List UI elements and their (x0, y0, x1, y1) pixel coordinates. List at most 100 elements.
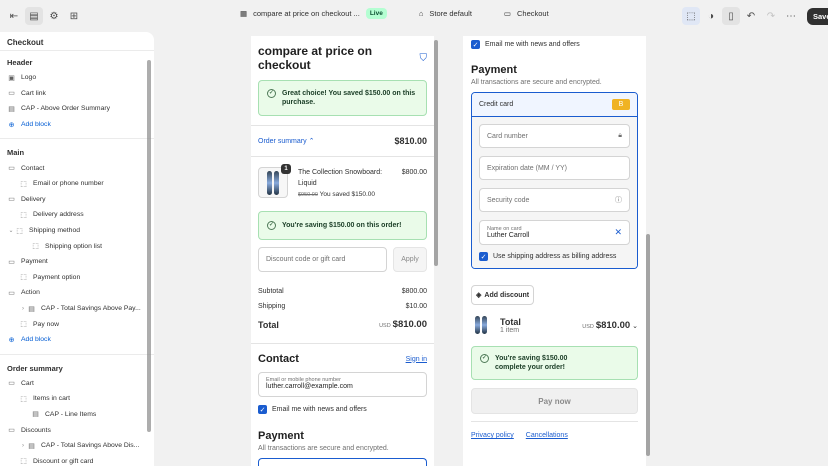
total-value: $810.00 (392, 319, 427, 330)
sidebar-item-delivery-address[interactable]: ⬚ Delivery address (0, 207, 154, 223)
shipping-label: Shipping (258, 303, 286, 310)
help-circle-icon[interactable]: ⓘ (615, 195, 622, 205)
email-field[interactable]: Email or mobile phone number luther.carr… (258, 372, 427, 397)
sidebar-item-cap-line-items[interactable]: ▤ CAP - Line Items (0, 407, 154, 423)
preview-a-scrollbar[interactable] (434, 40, 438, 266)
order-total-row[interactable]: Total 1 item USD $810.00 ⌄ (471, 314, 638, 336)
store-selector[interactable]: Store default (429, 9, 472, 18)
payment-icon: ▭ (8, 258, 15, 266)
action-icon: ▭ (8, 289, 15, 297)
subtotal-value: $800.00 (401, 288, 427, 295)
pay-now-button[interactable]: Pay now (471, 388, 638, 414)
payment-heading-b: Payment (471, 64, 517, 76)
security-code-field[interactable]: Security code ⓘ (479, 188, 630, 212)
cart-icon: ▭ (8, 380, 15, 388)
add-block-button[interactable]: ⊕ Add block (0, 117, 154, 133)
sections-icon[interactable]: ▤ (25, 7, 43, 25)
theme-icon: ▦ (240, 9, 248, 18)
sidebar-item-pay-now[interactable]: ⬚ Pay now (0, 316, 154, 332)
save-button[interactable]: Save (807, 7, 828, 25)
credit-card-panel: Credit card B Card number 🔒︎ Expiration d… (471, 92, 638, 269)
order-summary-total: $810.00 (394, 136, 427, 146)
more-icon[interactable]: ⋯ (782, 7, 800, 25)
sidebar: Checkout Header ▣ Logo ▭ Cart link ▤ CAP - … (0, 32, 154, 466)
card-brand-icon: B (612, 99, 630, 110)
undo-icon[interactable]: ↶ (742, 7, 760, 25)
apply-button[interactable]: Apply (393, 247, 427, 272)
contact-heading: Contact (258, 353, 299, 365)
preview-b-scrollbar[interactable] (646, 234, 650, 456)
chevron-down-icon[interactable]: ⌄ (7, 227, 15, 234)
truck-icon: ▭ (8, 196, 15, 204)
great-choice-banner: ✓ Great choice! You saved $150.00 on thi… (258, 80, 427, 116)
clear-icon[interactable]: ✕ (614, 227, 622, 238)
sign-in-link[interactable]: Sign in (406, 356, 427, 363)
lock-icon: 🔒︎ (618, 132, 622, 139)
sidebar-item-cap-above-dis[interactable]: › ▤ CAP - Total Savings Above Dis... (0, 438, 154, 454)
payment-method-box[interactable] (258, 458, 427, 466)
chevron-right-icon[interactable]: › (19, 443, 27, 449)
payment-heading: Payment (258, 430, 304, 442)
email-offers-checkbox-b[interactable]: ✓ Email me with news and offers (471, 40, 638, 49)
contact-icon: ▭ (8, 165, 15, 173)
block-icon: ⬚ (20, 395, 27, 403)
sidebar-item-cart-link[interactable]: ▭ Cart link (0, 86, 154, 102)
page-selector[interactable]: Checkout (517, 9, 549, 18)
redo-icon[interactable]: ↷ (762, 7, 780, 25)
billing-same-checkbox[interactable]: ✓ Use shipping address as billing addres… (479, 252, 630, 261)
sidebar-title: Checkout (0, 32, 154, 51)
items-count: 1 item (500, 326, 520, 334)
add-discount-button[interactable]: ◈ Add discount (471, 285, 535, 305)
order-summary-toggle[interactable]: Order summary ⌃ (258, 137, 314, 145)
product-price: $800.00 (401, 169, 427, 176)
card-number-field[interactable]: Card number 🔒︎ (479, 124, 630, 148)
total-label: Total (258, 320, 279, 330)
block-icon: ⬚ (20, 321, 27, 329)
exit-icon[interactable]: ⇤ (5, 7, 23, 25)
sidebar-item-payment[interactable]: ▭ Payment (0, 254, 154, 270)
credit-card-option[interactable]: Credit card B (472, 93, 637, 117)
sidebar-item-logo[interactable]: ▣ Logo (0, 70, 154, 86)
sidebar-item-discounts[interactable]: ▭ Discounts (0, 422, 154, 438)
chevron-right-icon[interactable]: › (19, 306, 27, 312)
privacy-policy-link[interactable]: Privacy policy (471, 432, 514, 439)
checkmark-icon: ✓ (479, 252, 488, 261)
settings-icon[interactable]: ⚙ (45, 7, 63, 25)
sidebar-item-contact[interactable]: ▭ Contact (0, 160, 154, 176)
shopping-bag-icon[interactable]: ⛉ (420, 53, 428, 64)
sidebar-item-email-phone[interactable]: ⬚ Email or phone number (0, 176, 154, 192)
name-on-card-field[interactable]: Name on card Luther Carroll ✕ (479, 220, 630, 245)
product-thumbnail: 1 (258, 164, 291, 198)
sidebar-item-cap-above-summary[interactable]: ▤ CAP - Above Order Summary (0, 101, 154, 117)
theme-title[interactable]: compare at price on checkout ... (253, 9, 360, 18)
add-block-button-main[interactable]: ⊕ Add block (0, 332, 154, 348)
sidebar-item-payment-option[interactable]: ⬚ Payment option (0, 270, 154, 286)
cancellations-link[interactable]: Cancellations (526, 432, 568, 439)
chevron-up-icon: ⌃ (308, 138, 315, 145)
sidebar-item-shipping-method[interactable]: ⌄ ⬚ Shipping method (0, 223, 154, 239)
currency-code-b: USD (582, 323, 594, 330)
email-offers-checkbox[interactable]: ✓ Email me with news and offers (258, 405, 427, 414)
total-value-b: $810.00 (595, 319, 631, 331)
sidebar-item-action[interactable]: ▭ Action (0, 285, 154, 301)
check-circle-icon: ✓ (480, 354, 489, 363)
sidebar-item-shipping-option-list[interactable]: ⬚ Shipping option list (0, 238, 154, 254)
expiration-field[interactable]: Expiration date (MM / YY) (479, 156, 630, 180)
total-label-b: Total (500, 316, 521, 327)
sidebar-scrollbar[interactable] (147, 60, 151, 432)
sidebar-item-delivery[interactable]: ▭ Delivery (0, 192, 154, 208)
sidebar-item-items-in-cart[interactable]: ⬚ Items in cart (0, 391, 154, 407)
live-badge: Live (365, 8, 387, 19)
sidebar-item-cap-above-pay[interactable]: › ▤ CAP - Total Savings Above Pay... (0, 301, 154, 317)
mobile-view-icon[interactable]: ▯ (722, 7, 740, 25)
checkmark-icon: ✓ (258, 405, 267, 414)
block-icon: ⬚ (20, 458, 27, 466)
preview-settings-icon[interactable]: ◑ (702, 7, 720, 25)
sidebar-item-discount-gift[interactable]: ⬚ Discount or gift card (0, 453, 154, 466)
top-bar: ⇤ ▤ ⚙ ⊞ ▦ compare at price on checkout .… (0, 0, 828, 32)
saving-banner: ✓ You're saving $150.00 on this order! (258, 211, 427, 240)
inspector-icon[interactable]: ⬚ (682, 7, 700, 25)
discount-code-input[interactable]: Discount code or gift card (258, 247, 387, 272)
apps-icon[interactable]: ⊞ (65, 7, 83, 25)
sidebar-item-cart[interactable]: ▭ Cart (0, 376, 154, 392)
